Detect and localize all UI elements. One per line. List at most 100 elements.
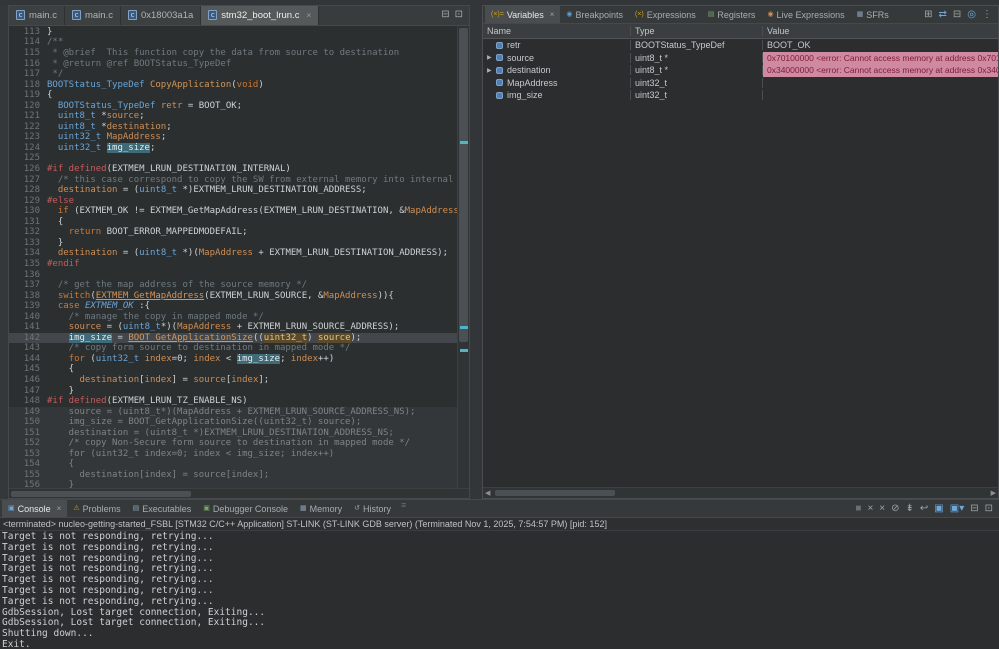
- code-line-142[interactable]: 142 img_size = BOOT_GetApplicationSize((…: [9, 333, 457, 344]
- code-line-117[interactable]: 117 */: [9, 69, 457, 80]
- line-number[interactable]: 140: [9, 312, 47, 323]
- maximize-icon[interactable]: ⊡: [985, 504, 993, 514]
- line-number[interactable]: 125: [9, 153, 47, 164]
- console-tab-problems[interactable]: ⚠Problems: [67, 500, 126, 517]
- line-number[interactable]: 155: [9, 470, 47, 481]
- display-selected-console-icon[interactable]: ▣: [934, 504, 943, 514]
- maximize-icon[interactable]: ⊡: [455, 10, 463, 20]
- code-line-136[interactable]: 136: [9, 270, 457, 281]
- code-editor[interactable]: 113}114/**115 * @brief This function cop…: [9, 26, 469, 488]
- code-line-113[interactable]: 113}: [9, 27, 457, 38]
- console-tab-executables[interactable]: ▤Executables: [127, 500, 198, 517]
- line-number[interactable]: 150: [9, 417, 47, 428]
- line-number[interactable]: 137: [9, 280, 47, 291]
- close-icon[interactable]: ×: [306, 11, 311, 20]
- line-number[interactable]: 153: [9, 449, 47, 460]
- line-number[interactable]: 124: [9, 143, 47, 154]
- code-line-140[interactable]: 140 /* manage the copy in mapped mode */: [9, 312, 457, 323]
- code-line-143[interactable]: 143 /* copy form source to destination i…: [9, 343, 457, 354]
- remove-launch-icon[interactable]: ×: [867, 504, 873, 514]
- code-line-132[interactable]: 132 return BOOT_ERROR_MAPPEDMODEFAIL;: [9, 227, 457, 238]
- code-line-146[interactable]: 146 destination[index] = source[index];: [9, 375, 457, 386]
- code-line-131[interactable]: 131 {: [9, 217, 457, 228]
- variable-row-source[interactable]: ▶sourceuint8_t *0x70100000 <error: Canno…: [483, 52, 998, 65]
- line-number[interactable]: 123: [9, 132, 47, 143]
- code-line-150[interactable]: 150 img_size = BOOT_GetApplicationSize((…: [9, 417, 457, 428]
- line-number[interactable]: 148: [9, 396, 47, 407]
- open-console-icon[interactable]: ▣▾: [950, 504, 964, 514]
- code-line-137[interactable]: 137 /* get the map address of the source…: [9, 280, 457, 291]
- code-line-127[interactable]: 127 /* this case correspond to copy the …: [9, 175, 457, 186]
- code-line-141[interactable]: 141 source = (uint8_t*)(MapAddress + EXT…: [9, 322, 457, 333]
- line-number[interactable]: 134: [9, 248, 47, 259]
- occurrence-marker[interactable]: [460, 349, 468, 352]
- view-tab-expressions[interactable]: (×)Expressions: [629, 6, 702, 23]
- line-number[interactable]: 113: [9, 27, 47, 38]
- line-number[interactable]: 131: [9, 217, 47, 228]
- code-line-129[interactable]: 129#else: [9, 196, 457, 207]
- line-number[interactable]: 135: [9, 259, 47, 270]
- console-tab-history[interactable]: ↺History: [348, 500, 397, 517]
- variable-row-mapaddress[interactable]: MapAddressuint32_t: [483, 77, 998, 90]
- code-line-123[interactable]: 123 uint32_t MapAddress;: [9, 132, 457, 143]
- scrollbar-thumb[interactable]: [459, 28, 468, 342]
- vertical-splitter[interactable]: [470, 5, 482, 499]
- code-line-148[interactable]: 148#if defined(EXTMEM_LRUN_TZ_ENABLE_NS): [9, 396, 457, 407]
- code-line-138[interactable]: 138 switch(EXTMEM_GetMapAddress(EXTMEM_L…: [9, 291, 457, 302]
- editor-tab-0x18003a1a[interactable]: c0x18003a1a: [121, 6, 201, 25]
- view-tab-breakpoints[interactable]: ◉Breakpoints: [560, 6, 629, 23]
- line-number[interactable]: 115: [9, 48, 47, 59]
- show-columns-icon[interactable]: ⇄: [938, 10, 946, 20]
- code-line-133[interactable]: 133 }: [9, 238, 457, 249]
- line-number[interactable]: 128: [9, 185, 47, 196]
- toolbar-drag-handle[interactable]: ≡: [397, 500, 410, 517]
- occurrence-marker[interactable]: [460, 141, 468, 144]
- code-line-130[interactable]: 130 if (EXTMEM_OK != EXTMEM_GetMapAddres…: [9, 206, 457, 217]
- pin-view-icon[interactable]: ◎: [967, 10, 976, 20]
- line-number[interactable]: 151: [9, 428, 47, 439]
- code-line-126[interactable]: 126#if defined(EXTMEM_LRUN_DESTINATION_I…: [9, 164, 457, 175]
- view-tab-sfrs[interactable]: ▦SFRs: [851, 6, 895, 23]
- minimize-icon[interactable]: ⊟: [441, 10, 449, 20]
- code-line-155[interactable]: 155 destination[index] = source[index];: [9, 470, 457, 481]
- scroll-left-arrow-icon[interactable]: ◀: [485, 489, 490, 497]
- line-number[interactable]: 147: [9, 386, 47, 397]
- view-menu-icon[interactable]: ⋮: [982, 10, 992, 20]
- line-number[interactable]: 130: [9, 206, 47, 217]
- code-line-152[interactable]: 152 /* copy Non-Secure form source to de…: [9, 438, 457, 449]
- new-view-icon[interactable]: ⊞: [924, 10, 932, 20]
- code-line-114[interactable]: 114/**: [9, 37, 457, 48]
- view-tab-live-expressions[interactable]: ◉Live Expressions: [761, 6, 850, 23]
- code-line-156[interactable]: 156 }: [9, 480, 457, 488]
- line-number[interactable]: 118: [9, 80, 47, 91]
- scroll-lock-icon[interactable]: ⇟: [906, 504, 914, 514]
- line-number[interactable]: 117: [9, 69, 47, 80]
- variables-horizontal-scrollbar[interactable]: ◀ ▶: [483, 487, 998, 498]
- line-number[interactable]: 146: [9, 375, 47, 386]
- line-number[interactable]: 132: [9, 227, 47, 238]
- expand-arrow-icon[interactable]: ▶: [487, 67, 496, 74]
- code-line-139[interactable]: 139 case EXTMEM_OK :{: [9, 301, 457, 312]
- line-number[interactable]: 133: [9, 238, 47, 249]
- code-line-118[interactable]: 118BOOTStatus_TypeDef CopyApplication(vo…: [9, 80, 457, 91]
- code-line-144[interactable]: 144 for (uint32_t index=0; index < img_s…: [9, 354, 457, 365]
- code-line-124[interactable]: 124 uint32_t img_size;: [9, 143, 457, 154]
- line-number[interactable]: 114: [9, 37, 47, 48]
- line-number[interactable]: 142: [9, 333, 47, 344]
- view-tab-variables[interactable]: (×)=Variables×: [485, 6, 560, 23]
- line-number[interactable]: 121: [9, 111, 47, 122]
- code-line-135[interactable]: 135#endif: [9, 259, 457, 270]
- line-number[interactable]: 136: [9, 270, 47, 281]
- line-number[interactable]: 145: [9, 364, 47, 375]
- line-number[interactable]: 152: [9, 438, 47, 449]
- terminate-icon[interactable]: ■: [855, 504, 861, 514]
- code-line-147[interactable]: 147 }: [9, 386, 457, 397]
- line-number[interactable]: 120: [9, 101, 47, 112]
- line-number[interactable]: 139: [9, 301, 47, 312]
- line-number[interactable]: 143: [9, 343, 47, 354]
- editor-tab-stm32-boot-lrun-c[interactable]: cstm32_boot_lrun.c×: [201, 6, 319, 25]
- expand-arrow-icon[interactable]: ▶: [487, 54, 496, 61]
- remove-all-launches-icon[interactable]: ×: [879, 504, 885, 514]
- line-number[interactable]: 141: [9, 322, 47, 333]
- console-tab-console[interactable]: ▣Console×: [2, 500, 67, 517]
